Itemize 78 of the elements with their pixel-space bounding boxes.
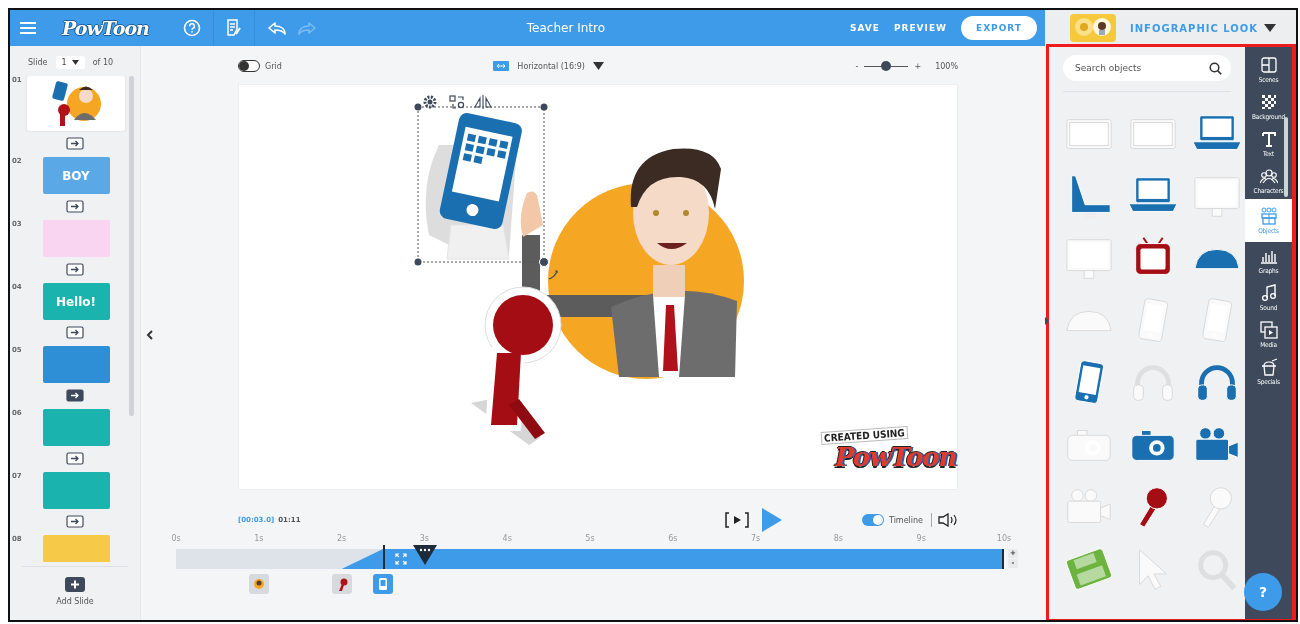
specials-icon	[1259, 358, 1278, 376]
transition-icon[interactable]	[66, 263, 86, 277]
timeline-toggle[interactable]: Timeline	[862, 514, 923, 526]
playhead-handle[interactable]	[413, 545, 438, 565]
phone-icon	[376, 577, 390, 591]
zoom-percentage: 100%	[935, 61, 958, 71]
time-tick-label: 9s	[915, 534, 927, 545]
time-tick-label: 1s	[253, 534, 265, 545]
selection-box[interactable]	[414, 103, 549, 267]
slide-thumbnail[interactable]	[42, 409, 110, 446]
transition-icon[interactable]	[66, 452, 86, 466]
time-tick-label: 10s	[995, 534, 1013, 545]
swap-icon[interactable]	[449, 95, 465, 109]
media-icon	[1259, 321, 1278, 339]
timeline-layer-chip[interactable]	[248, 574, 269, 594]
landscape-icon	[493, 61, 510, 71]
characters-icon	[1259, 167, 1278, 185]
created-using-label: CREATED USING	[820, 426, 909, 445]
plus-icon	[65, 577, 85, 592]
time-tick-label: 7s	[749, 534, 762, 545]
scenes-icon	[1259, 56, 1278, 74]
rotate-handle-icon[interactable]	[548, 270, 558, 280]
transition-icon[interactable]	[66, 389, 86, 403]
time-tick-label: 0s	[170, 534, 182, 545]
help-icon	[182, 19, 201, 37]
slide-thumbnail[interactable]	[42, 346, 110, 383]
transition-icon[interactable]	[66, 137, 86, 151]
search-icon	[1209, 62, 1222, 75]
menu-icon	[20, 21, 36, 35]
project-title: Teacher Intro	[525, 21, 607, 35]
search-field[interactable]: Search objects	[1063, 55, 1231, 81]
slide-thumbnail[interactable]	[27, 76, 125, 131]
play-scene-button[interactable]	[724, 511, 750, 529]
text-icon	[1259, 130, 1278, 148]
powtoon-logo: PowToon	[835, 442, 957, 472]
notes-icon	[225, 19, 242, 37]
slide-count: of 10	[92, 57, 114, 67]
time-tick-label: 8s	[832, 534, 844, 545]
expand-icon[interactable]	[394, 553, 407, 565]
chevron-left-icon	[146, 330, 153, 340]
settings-icon[interactable]	[423, 95, 437, 109]
volume-button[interactable]	[938, 513, 958, 527]
aspect-ratio-dropdown[interactable]: Horizontal (16:9)	[493, 61, 644, 71]
speaker-icon	[938, 513, 958, 527]
zoom-out-label: -	[855, 61, 859, 71]
slide-thumbnail[interactable]	[42, 220, 110, 257]
caret-icon	[1045, 317, 1049, 325]
play-button[interactable]	[762, 508, 782, 532]
caret-icon[interactable]	[1264, 24, 1276, 32]
sound-icon	[1259, 284, 1278, 302]
style-thumbnail	[1070, 14, 1116, 42]
caret-icon	[71, 59, 79, 65]
time-tick-label: 5s	[584, 534, 596, 545]
time-tick-label: 2s	[335, 534, 348, 545]
timeline-layer-chip[interactable]	[331, 574, 352, 594]
caret-icon	[592, 62, 604, 70]
background-icon	[1259, 93, 1278, 111]
undo-icon	[266, 21, 287, 35]
time-tick-label: 4s	[501, 534, 513, 545]
slide-thumbnail[interactable]	[42, 535, 110, 562]
play-bracket-icon	[724, 511, 750, 529]
transition-icon[interactable]	[66, 515, 86, 529]
redo-icon	[296, 21, 317, 35]
time-tick-label: 6s	[667, 534, 679, 545]
slide-number-dropdown[interactable]: 1	[55, 55, 85, 69]
character-icon	[251, 577, 266, 591]
time-tick-label: 3s	[418, 534, 431, 545]
slide-label: Slide	[28, 57, 48, 67]
zoom-slider[interactable]	[864, 61, 909, 71]
app-logo: PowToon	[60, 17, 150, 39]
slide-thumbnail[interactable]	[42, 472, 110, 509]
zoom-in-label: +	[914, 61, 922, 71]
objects-icon	[1259, 207, 1278, 225]
transition-icon[interactable]	[66, 326, 86, 340]
flip-icon[interactable]	[474, 94, 492, 110]
add-slide-button[interactable]: Add Slide	[22, 566, 128, 620]
transition-icon[interactable]	[66, 200, 86, 214]
play-icon	[762, 508, 782, 532]
